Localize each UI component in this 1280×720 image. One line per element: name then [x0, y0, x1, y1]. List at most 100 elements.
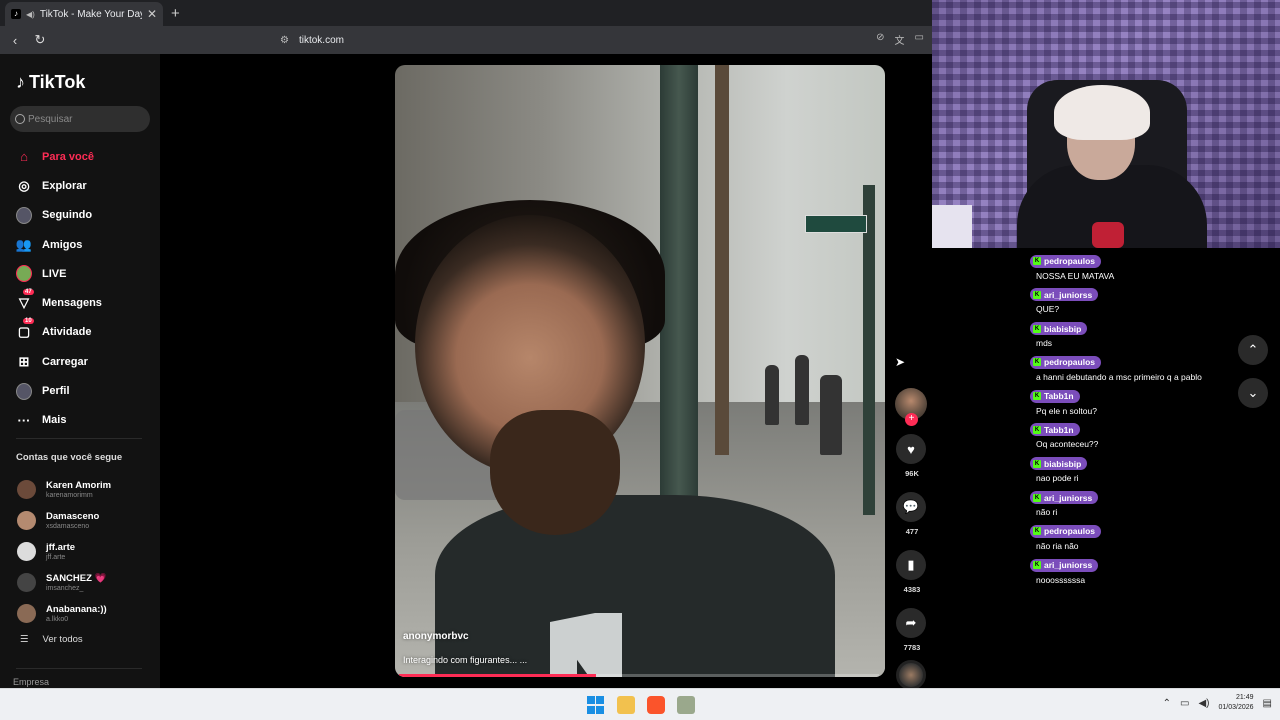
browser-tab-bar: ♪ ◀) TikTok - Make Your Day ✕ + — [0, 0, 932, 26]
following-account[interactable]: Anabanana:)) a.lkko0 — [17, 598, 157, 629]
video-pedestrian — [765, 365, 779, 425]
following-account[interactable]: jff.arte jff.arte — [17, 536, 157, 567]
music-disc-icon[interactable] — [896, 660, 926, 690]
brave-browser-icon[interactable] — [647, 696, 665, 714]
kick-badge-icon: K — [1033, 324, 1041, 333]
app-icon[interactable] — [677, 696, 695, 714]
tracking-icon[interactable]: ⊘ — [876, 32, 884, 47]
volume-icon[interactable]: ◀) — [1198, 698, 1209, 709]
chat-text: nooossssssa — [1036, 574, 1086, 585]
account-handle: jff.arte — [46, 553, 66, 561]
kick-badge-icon: K — [1033, 425, 1041, 434]
back-button[interactable]: ‹ — [5, 33, 25, 48]
see-all-button[interactable]: ☰ Ver todos — [20, 634, 83, 645]
tiktok-logo[interactable]: ♪ TikTok — [16, 72, 85, 93]
tiktok-note-icon: ♪ — [16, 72, 25, 92]
video-progress-bar[interactable] — [399, 674, 879, 677]
nav-item-para-voce[interactable]: ⌂ Para você — [16, 142, 156, 171]
cast-icon[interactable]: ▭ — [915, 32, 924, 47]
video-caption[interactable]: Interagindo com figurantes... ... — [403, 655, 527, 665]
chat-text: nao pode ri — [1036, 473, 1079, 484]
translate-icon[interactable]: 文 — [895, 32, 905, 47]
nav-item-carregar[interactable]: ⊞ Carregar — [16, 347, 156, 376]
windows-start-icon[interactable] — [587, 696, 605, 714]
chat-username-text: ari_juniorss — [1044, 560, 1093, 571]
chat-username-text: Tabb1n — [1044, 391, 1074, 402]
nav-item-perfil[interactable]: Perfil — [16, 376, 156, 405]
video-pedestrian — [820, 375, 842, 455]
stream-chat: Kpedropaulos NOSSA EU MATAVA Kari_juniors… — [1030, 249, 1240, 591]
chat-text: mds — [1036, 338, 1053, 349]
nav-item-amigos[interactable]: 👥 Amigos — [16, 230, 156, 259]
chat-message: Kari_juniorss não ri — [1030, 486, 1240, 520]
progress-fill — [399, 674, 596, 677]
footer-empresa[interactable]: Empresa — [13, 677, 49, 687]
search-input[interactable]: Pesquisar — [10, 106, 150, 132]
browser-tab[interactable]: ♪ ◀) TikTok - Make Your Day ✕ — [5, 2, 163, 26]
comment-count: 477 — [905, 527, 919, 536]
activity-icon: ▢ 10 — [17, 318, 34, 340]
video-username[interactable]: anonymorbvc — [403, 631, 469, 642]
address-text[interactable]: tiktok.com — [299, 35, 344, 46]
notification-icon[interactable]: ▤ — [1263, 698, 1272, 709]
follow-plus-icon[interactable]: + — [905, 413, 918, 426]
tiktok-favicon-icon: ♪ — [11, 9, 21, 19]
following-avatar-icon — [16, 206, 32, 224]
comment-button[interactable]: 💬 — [896, 492, 926, 522]
video-player[interactable]: anonymorbvc Interagindo com figurantes..… — [395, 65, 885, 677]
messages-icon: ▽ 47 — [19, 289, 34, 311]
taskbar: ⌃ ▭ ◀) 21:49 01/03/2026 ▤ — [0, 688, 1280, 720]
more-icon: ··· — [17, 412, 31, 428]
kick-badge-icon: K — [1033, 459, 1041, 468]
webcam-desk — [932, 205, 972, 248]
network-icon[interactable]: ▭ — [1180, 698, 1189, 709]
share-button[interactable]: ➦ — [896, 608, 926, 638]
new-tab-button[interactable]: + — [171, 5, 180, 22]
nav-item-mais[interactable]: ··· Mais — [16, 406, 156, 435]
file-explorer-icon[interactable] — [617, 696, 635, 714]
following-account[interactable]: Damasceno xsdamasceno — [17, 505, 157, 536]
chat-username: K Tabb1n — [1030, 389, 1080, 403]
kick-badge-icon: K — [1033, 392, 1041, 401]
chevron-down-icon: ⌄ — [1247, 385, 1259, 400]
chat-message: Kpedropaulos a hanni debutando a msc prim… — [1030, 350, 1240, 384]
clock[interactable]: 21:49 01/03/2026 — [1219, 693, 1254, 713]
save-button[interactable]: ▮ — [896, 550, 926, 580]
site-info-icon[interactable]: ⚙ — [280, 35, 289, 46]
chat-text: QUE? — [1036, 304, 1060, 315]
divider — [16, 438, 142, 439]
following-account[interactable]: SANCHEZ 💗 imsanchez_ — [17, 567, 157, 598]
chat-message: K Tabb1n Oq aconteceu?? — [1030, 418, 1240, 452]
account-name: Anabanana:)) — [46, 603, 107, 615]
like-button[interactable]: ♥ — [896, 434, 926, 464]
chat-message: Kbiabisbip nao pode ri — [1030, 452, 1240, 486]
account-handle: a.lkko0 — [46, 615, 69, 623]
share-icon: ➦ — [905, 615, 917, 630]
kick-badge-icon: K — [1033, 290, 1041, 299]
author-avatar[interactable]: + — [895, 388, 927, 426]
webcam-hair — [1054, 85, 1150, 140]
messages-badge: 47 — [23, 289, 34, 296]
nav-item-explorar[interactable]: ◎ Explorar — [16, 171, 156, 200]
chevron-up-icon[interactable]: ⌃ — [1163, 698, 1171, 709]
address-bar[interactable]: ⚙ tiktok.com — [280, 30, 932, 50]
following-account[interactable]: Karen Amorim karenamorimm — [17, 474, 157, 505]
nav-item-seguindo[interactable]: Seguindo — [16, 201, 156, 230]
account-handle: karenamorimm — [46, 491, 93, 499]
speaker-icon[interactable]: ◀) — [26, 10, 35, 19]
previous-video-button[interactable]: ⌃ — [1238, 335, 1268, 365]
save-count: 4383 — [903, 585, 921, 594]
nav-item-live[interactable]: LIVE — [16, 259, 156, 288]
close-tab-icon[interactable]: ✕ — [147, 7, 157, 21]
next-video-button[interactable]: ⌄ — [1238, 378, 1268, 408]
account-name: jff.arte — [46, 541, 76, 553]
chat-username: Kbiabisbip — [1030, 322, 1088, 336]
nav-item-mensagens[interactable]: ▽ 47 Mensagens — [16, 288, 156, 317]
chat-username: K Tabb1n — [1030, 423, 1080, 437]
chat-message: Kpedropaulos não ria não — [1030, 519, 1240, 553]
reload-button[interactable]: ↻ — [30, 32, 50, 48]
chat-username: Kari_juniorss — [1030, 288, 1099, 302]
kick-badge-icon: K — [1033, 527, 1041, 536]
kick-badge-icon: K — [1033, 358, 1041, 367]
nav-item-atividade[interactable]: ▢ 10 Atividade — [16, 318, 156, 347]
